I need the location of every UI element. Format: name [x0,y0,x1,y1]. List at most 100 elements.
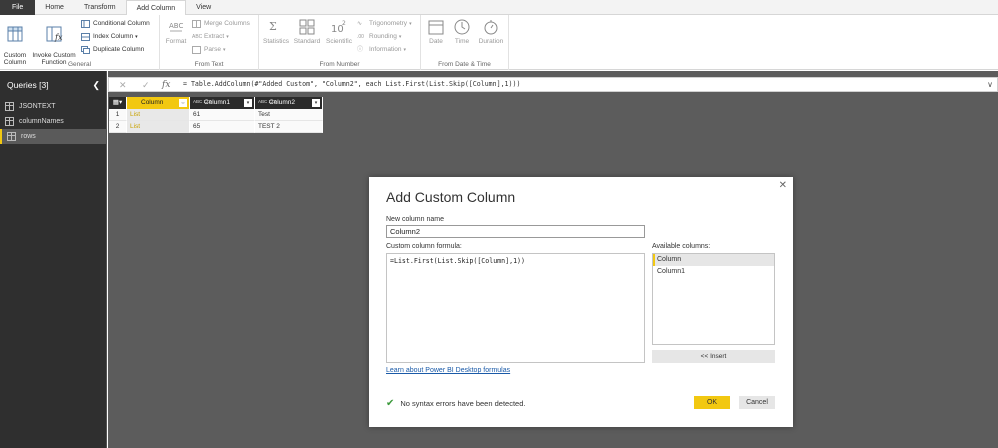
merge-columns-icon [192,20,201,28]
tab-home[interactable]: Home [35,0,74,15]
checkmark-icon: ✔ [386,398,395,409]
scientific-label: Scientific [325,38,352,45]
tab-transform[interactable]: Transform [74,0,126,15]
column-header-label: Column2 [269,99,296,106]
duration-button[interactable]: Duration [476,18,506,45]
close-icon[interactable]: ✕ [779,180,787,191]
rounding-button[interactable]: .00 Rounding ▾ [357,32,401,42]
queries-pane: Queries [3] ❮ JSONTEXT columnNames rows [0,71,107,448]
date-button[interactable]: Date [424,18,448,45]
table-cell[interactable]: List [127,121,190,133]
extract-icon: ABC [192,34,203,40]
merge-columns-label: Merge Columns [204,20,250,27]
query-item-jsontext[interactable]: JSONTEXT [0,99,106,114]
expand-column-icon[interactable]: ⇔ [179,99,187,107]
cancel-formula-icon[interactable]: ✕ [119,79,127,91]
filter-dropdown-icon[interactable]: ▾ [312,99,320,107]
clock-icon [454,19,470,35]
custom-formula-label: Custom column formula: [386,243,462,250]
chevron-down-icon: ▾ [409,21,412,27]
extract-label: Extract [204,33,225,40]
invoke-function-icon: fx [46,26,63,42]
tab-add-column[interactable]: Add Column [125,0,187,16]
parse-button[interactable]: Parse ▾ [192,45,226,55]
scientific-icon: 102 [331,20,346,35]
cancel-button[interactable]: Cancel [739,396,775,409]
fx-icon[interactable]: fx [162,79,170,91]
chevron-down-icon: ▾ [398,34,402,40]
invoke-custom-function-button[interactable]: fx Invoke Custom Function [30,18,78,66]
grid-header-row: ▦▾ Column ⇔ ABC 123Column1 ▾ ABC 123Colu… [109,97,323,109]
available-column-item[interactable]: Column1 [653,266,774,278]
query-item-columnnames[interactable]: columnNames [0,114,106,129]
from-text-group-label: From Text [194,61,224,68]
ribbon-group-general: Custom Column fx Invoke Custom Function … [0,15,160,70]
parse-label: Parse [204,46,221,53]
row-index: 2 [109,121,127,133]
expand-formula-icon[interactable]: ∨ [987,78,993,91]
extract-button[interactable]: ABC Extract ▾ [192,32,229,42]
custom-column-button[interactable]: Custom Column [2,18,28,66]
available-columns-label: Available columns: [652,243,711,250]
type-any-icon: ABC 123 [193,99,212,105]
custom-formula-textarea[interactable]: =List.First(List.Skip([Column],1)) [386,253,645,363]
svg-text:Σ: Σ [269,20,277,33]
column-header[interactable]: Column ⇔ [127,97,190,109]
queries-title: Queries [3] [7,80,49,90]
table-cell[interactable]: TEST 2 [255,121,323,133]
conditional-column-label: Conditional Column [93,20,150,27]
insert-button[interactable]: << Insert [652,350,775,363]
chevron-down-icon: ▾ [226,34,229,40]
statistics-button[interactable]: Σ Statistics [261,18,291,45]
custom-column-icon [7,26,23,42]
tab-file[interactable]: File [0,0,36,15]
query-item-rows[interactable]: rows [0,129,106,144]
available-column-item[interactable]: Column [653,254,774,266]
index-column-button[interactable]: Index Column ▾ [81,32,138,42]
tab-view[interactable]: View [186,0,221,15]
format-icon: ABC [169,22,183,32]
format-button[interactable]: ABC Format [163,18,189,45]
scientific-button[interactable]: 10 2 Scientific [323,18,355,45]
table-icon [5,102,14,111]
duplicate-column-icon [81,46,90,54]
table-icon [5,117,14,126]
merge-columns-button[interactable]: Merge Columns [192,19,250,29]
table-icon [7,132,16,141]
ribbon-group-from-text: ABC Format Merge Columns ABC Extract ▾ P… [160,15,259,70]
information-button[interactable]: ⓘ Information ▾ [357,45,406,55]
row-index: 1 [109,109,127,121]
syntax-status: ✔ No syntax errors have been detected. [386,398,525,409]
queries-header: Queries [3] ❮ [0,71,106,99]
collapse-chevron-icon[interactable]: ❮ [92,71,100,99]
new-column-name-input[interactable]: Column2 [386,225,645,238]
table-cell[interactable]: 65 [190,121,255,133]
table-cell[interactable]: 61 [190,109,255,121]
query-item-label: columnNames [19,118,64,125]
svg-text:fx: fx [54,33,63,42]
formula-bar: ✕ ✓ fx = Table.AddColumn(#"Added Custom"… [108,77,998,92]
query-item-label: rows [21,133,36,140]
ok-button[interactable]: OK [694,396,730,409]
filter-dropdown-icon[interactable]: ▾ [244,99,252,107]
standard-button[interactable]: Standard [292,18,322,45]
formula-text[interactable]: = Table.AddColumn(#"Added Custom", "Colu… [183,78,520,91]
column-header[interactable]: ABC 123Column1 ▾ [190,97,255,109]
ribbon-group-from-date-time: Date Time Duration From Date & Time [421,15,509,70]
add-custom-column-dialog: ✕ Add Custom Column New column name Colu… [369,177,793,427]
table-cell[interactable]: Test [255,109,323,121]
time-button[interactable]: Time [450,18,474,45]
information-icon: ⓘ [357,47,364,53]
conditional-column-button[interactable]: Conditional Column [81,19,150,29]
table-cell[interactable]: List [127,109,190,121]
type-any-icon: ABC 123 [258,99,277,105]
learn-formulas-link[interactable]: Learn about Power BI Desktop formulas [386,367,510,374]
ribbon-group-from-number: Σ Statistics Standard 10 2 Scientific ∿ T… [259,15,421,70]
commit-formula-icon[interactable]: ✓ [142,79,150,91]
table-menu-icon[interactable]: ▦▾ [109,97,127,109]
column-header[interactable]: ABC 123Column2 ▾ [255,97,323,109]
standard-icon [299,19,315,35]
available-columns-list: Column Column1 [652,253,775,345]
duplicate-column-button[interactable]: Duplicate Column [81,45,144,55]
trigonometry-button[interactable]: ∿ Trigonometry ▾ [357,19,412,29]
